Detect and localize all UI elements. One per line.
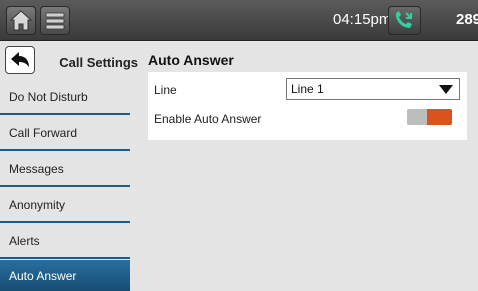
extension-number: 289 xyxy=(456,11,478,28)
line-label: Line xyxy=(154,83,177,97)
enable-auto-answer-label: Enable Auto Answer xyxy=(154,112,262,126)
sidebar-item-label: Alerts xyxy=(9,233,40,248)
sidebar-item-label: Call Forward xyxy=(9,125,78,140)
sidebar-item-auto-answer[interactable]: Auto Answer xyxy=(0,260,130,291)
sidebar-item-call-forward[interactable]: Call Forward xyxy=(0,116,130,151)
line-select[interactable]: Line 1 xyxy=(286,78,460,100)
menu-button[interactable] xyxy=(40,6,70,35)
toggle-on-indicator xyxy=(427,109,452,125)
call-button[interactable] xyxy=(388,6,421,35)
page-title: Auto Answer xyxy=(148,52,234,68)
sidebar-item-label: Anonymity xyxy=(9,197,66,212)
home-button[interactable] xyxy=(6,6,36,35)
sidebar-item-label: Messages xyxy=(9,161,64,176)
settings-panel: Line Line 1 Enable Auto Answer xyxy=(148,72,467,140)
sidebar-item-label: Auto Answer xyxy=(9,268,77,283)
phone-icon xyxy=(395,11,412,28)
sidebar-item-alerts[interactable]: Alerts xyxy=(0,224,130,259)
line-select-value: Line 1 xyxy=(291,82,324,96)
list-icon xyxy=(45,12,65,30)
sidebar-item-do-not-disturb[interactable]: Do Not Disturb xyxy=(0,80,130,115)
status-bar: 04:15pm 289 xyxy=(0,0,478,41)
clock-time: 04:15pm xyxy=(333,11,392,28)
home-icon xyxy=(9,10,33,31)
toggle-knob xyxy=(407,109,427,125)
sidebar-title: Call Settings xyxy=(59,55,138,70)
sidebar-item-messages[interactable]: Messages xyxy=(0,152,130,187)
back-arrow-icon xyxy=(11,52,29,67)
enable-auto-answer-toggle[interactable] xyxy=(407,109,452,125)
sidebar-item-label: Do Not Disturb xyxy=(9,89,88,104)
sidebar-item-anonymity[interactable]: Anonymity xyxy=(0,188,130,223)
dropdown-arrow-icon xyxy=(439,85,453,94)
back-button[interactable] xyxy=(5,46,35,74)
